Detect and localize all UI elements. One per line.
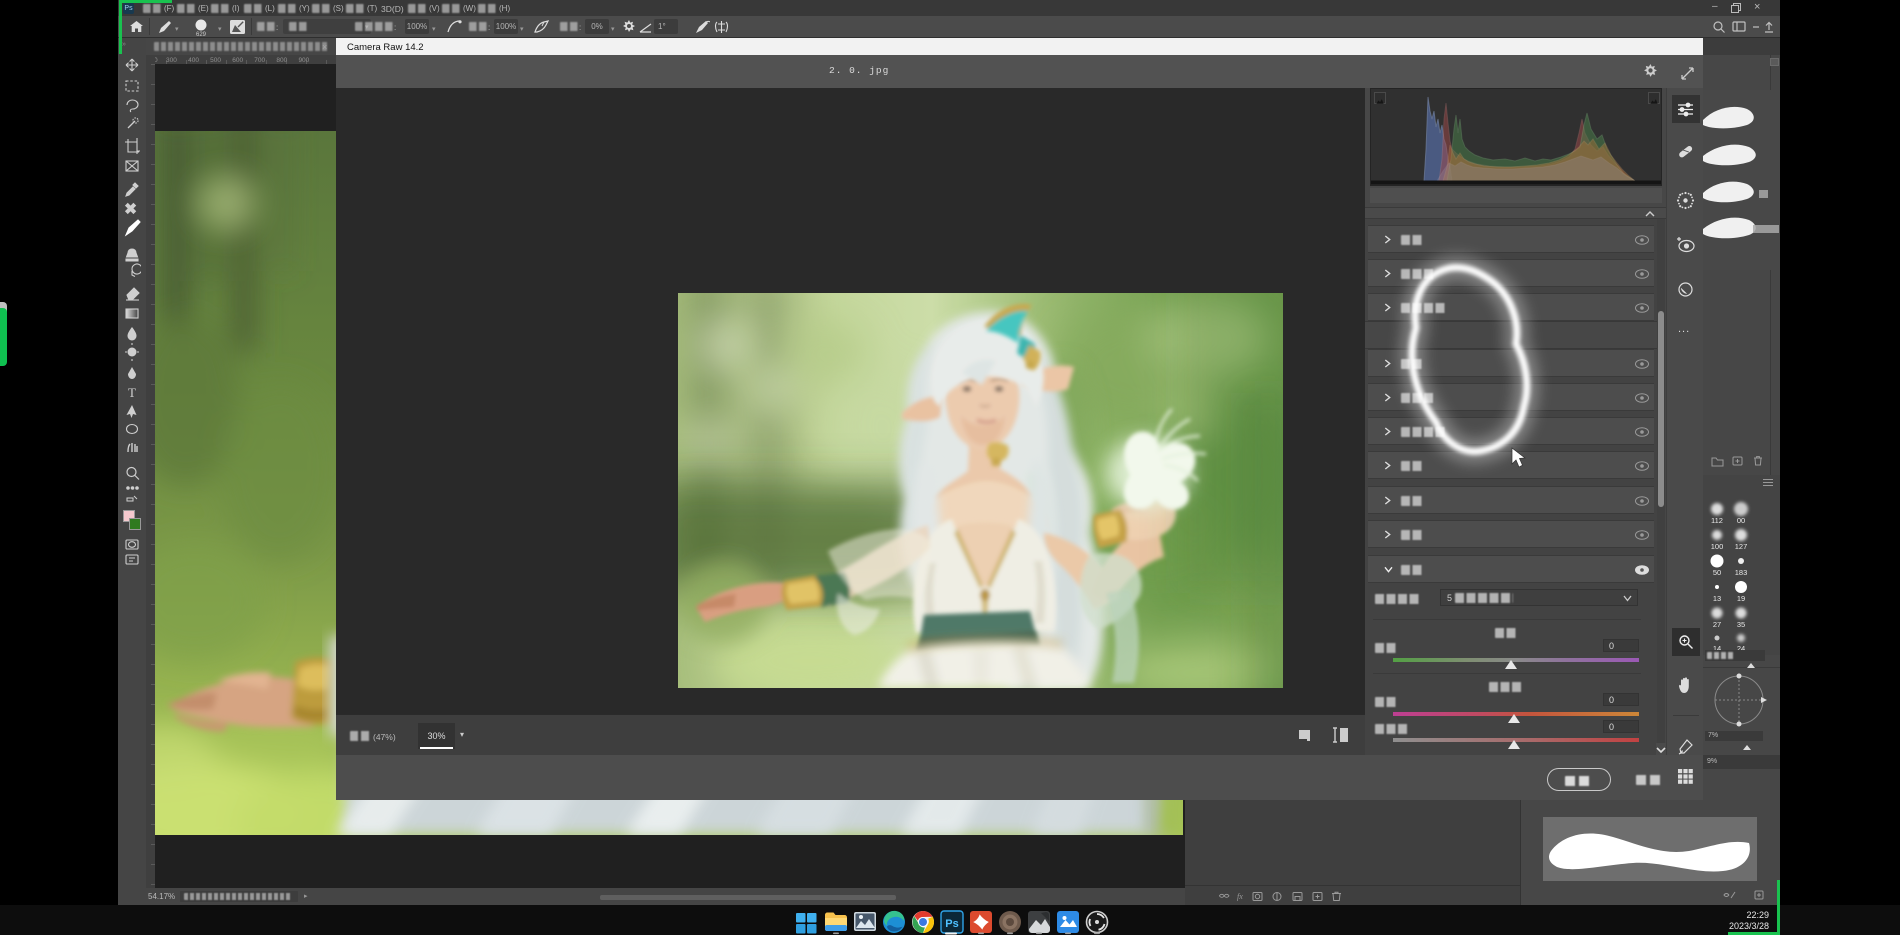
svg-text:27: 27 xyxy=(1713,620,1721,629)
svg-text:50: 50 xyxy=(1713,568,1721,577)
svg-text:00: 00 xyxy=(1737,516,1745,525)
svg-text:Ps: Ps xyxy=(945,918,958,930)
svg-text:13: 13 xyxy=(1713,594,1721,603)
svg-text:183: 183 xyxy=(1735,568,1748,577)
svg-text:19: 19 xyxy=(1737,594,1745,603)
svg-text:127: 127 xyxy=(1735,542,1748,551)
svg-text:fx: fx xyxy=(1237,892,1243,901)
svg-text:629: 629 xyxy=(196,32,207,37)
svg-text:112: 112 xyxy=(1711,516,1723,525)
svg-text:100: 100 xyxy=(1711,542,1724,551)
svg-text:35: 35 xyxy=(1737,620,1745,629)
svg-text:T: T xyxy=(128,385,136,400)
